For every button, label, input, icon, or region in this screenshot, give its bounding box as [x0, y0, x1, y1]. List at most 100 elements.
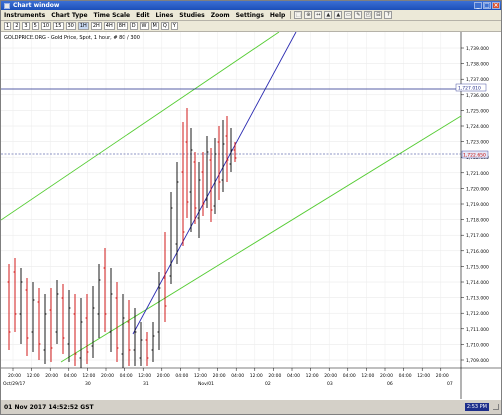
close-icon[interactable]: × — [492, 2, 500, 9]
timeframe-3[interactable]: 3 — [22, 22, 30, 30]
x-date-label: 02 — [265, 381, 271, 387]
chart-canvas[interactable]: GOLDPRICE.ORG - Gold Price, Spot, 1 hour… — [1, 32, 501, 399]
x-tick-label: 04:00 — [120, 373, 133, 379]
sell-arrow-icon[interactable]: ▲ — [334, 11, 343, 19]
y-tick-label: 1,711.000 — [466, 327, 489, 333]
instrument-header: GOLDPRICE.ORG - Gold Price, Spot, 1 hour… — [4, 35, 140, 41]
rectangle-tool-icon[interactable]: ▭ — [344, 11, 353, 19]
menu-studies[interactable]: Studies — [176, 10, 207, 21]
y-tick-label: 1,739.000 — [466, 46, 489, 52]
x-tick-label: 20:00 — [268, 373, 281, 379]
y-tick-label: 1,716.000 — [466, 249, 489, 255]
menu-instruments[interactable]: Instruments — [1, 10, 48, 21]
x-tick-label: 04:00 — [343, 373, 356, 379]
properties-icon[interactable]: ⊟ — [374, 11, 383, 19]
x-tick-label: 12:00 — [361, 373, 374, 379]
menu-lines[interactable]: Lines — [152, 10, 176, 21]
x-tick-label: 04:00 — [399, 373, 412, 379]
x-tick-label: 04:00 — [287, 373, 300, 379]
resize-grip-icon[interactable] — [493, 404, 499, 410]
price-chart[interactable]: GOLDPRICE.ORG - Gold Price, Spot, 1 hour… — [1, 32, 501, 399]
x-tick-label: 12:00 — [194, 373, 207, 379]
timeframe-d[interactable]: D — [129, 22, 138, 30]
y-tick-label: 1,720.000 — [466, 186, 489, 192]
buy-arrow-icon[interactable]: ▲ — [324, 11, 333, 19]
x-tick-label: 20:00 — [101, 373, 114, 379]
timeframe-10[interactable]: 10 — [40, 22, 52, 30]
x-date-label: 30 — [85, 381, 91, 387]
timeframe-1[interactable]: 1 — [4, 22, 12, 30]
x-date-label: 03 — [327, 381, 333, 387]
y-tick-label: 1,738.000 — [466, 62, 489, 68]
x-tick-label: 12:00 — [417, 373, 430, 379]
x-tick-label: 12:00 — [250, 373, 263, 379]
x-tick-label: 20:00 — [213, 373, 226, 379]
status-clock: 2:53 PM — [464, 403, 489, 411]
window-icon — [4, 2, 10, 9]
toolbar-separator — [290, 11, 292, 19]
menu-settings[interactable]: Settings — [233, 10, 267, 21]
menu-edit[interactable]: Edit — [133, 10, 152, 21]
timeframe-q[interactable]: Q — [160, 22, 169, 30]
y-tick-label: 1,714.000 — [466, 280, 489, 286]
y-tick-label: 1,724.000 — [466, 124, 489, 130]
timeframe-1h[interactable]: 1H — [77, 22, 89, 30]
y-tick-label: 1,723.000 — [466, 140, 489, 146]
x-tick-label: 20:00 — [45, 373, 58, 379]
menu-chart-type[interactable]: Chart Type — [48, 10, 90, 21]
timeframe-2h[interactable]: 2H — [90, 22, 102, 30]
timeframe-w[interactable]: W — [139, 22, 149, 30]
x-tick-label: 20:00 — [8, 373, 21, 379]
y-tick-label: 1,715.000 — [466, 264, 489, 270]
status-datetime: 01 Nov 2017 14:52:52 GST — [4, 403, 94, 411]
y-tick-label: 1,713.000 — [466, 296, 489, 302]
x-tick-label: 04:00 — [175, 373, 188, 379]
y-tick-label: 1,719.000 — [466, 202, 489, 208]
x-tick-label: 12:00 — [27, 373, 40, 379]
menu-help[interactable]: Help — [267, 10, 288, 21]
x-date-label: 31 — [143, 381, 149, 387]
timeframe-5[interactable]: 5 — [31, 22, 39, 30]
maximize-icon[interactable]: □ — [483, 2, 491, 9]
x-tick-label: 04:00 — [231, 373, 244, 379]
timeframe-4h[interactable]: 4H — [103, 22, 115, 30]
window-title: Chart window — [13, 2, 60, 9]
x-date-label: 06 — [387, 381, 393, 387]
timeframe-30[interactable]: 30 — [65, 22, 76, 30]
timeframe-y[interactable]: Y — [170, 22, 178, 30]
x-tick-label: 04:00 — [64, 373, 77, 379]
zoom-box-icon[interactable]: ◰ — [364, 11, 373, 19]
pan-tool-icon[interactable]: ↔ — [314, 11, 323, 19]
status-bar: 01 Nov 2017 14:52:52 GST 2:53 PM — [1, 399, 501, 414]
trendline — [132, 32, 297, 335]
crosshair-tool-icon[interactable]: ⊕ — [304, 11, 313, 19]
y-tick-label: 1,725.000 — [466, 108, 489, 114]
x-tick-label: 12:00 — [82, 373, 95, 379]
x-date-label: Nov/01 — [198, 381, 214, 387]
x-tick-label: 20:00 — [157, 373, 170, 379]
menu-bar: Instruments Chart Type Time Scale Edit L… — [1, 10, 501, 21]
level-label: 1,727.010 — [458, 86, 481, 92]
pencil-tool-icon[interactable]: ✎ — [354, 11, 363, 19]
current-price-label: 1,722.650 — [463, 153, 486, 159]
y-tick-label: 1,710.000 — [466, 342, 489, 348]
help-icon[interactable]: ? — [384, 11, 393, 19]
x-date-label: Oct/29/17 — [3, 381, 25, 387]
channel-lower-line — [60, 115, 462, 363]
y-tick-label: 1,709.000 — [466, 358, 489, 364]
y-tick-label: 1,721.000 — [466, 171, 489, 177]
x-tick-label: 20:00 — [380, 373, 393, 379]
menu-zoom[interactable]: Zoom — [208, 10, 233, 21]
timeframe-8h[interactable]: 8H — [116, 22, 128, 30]
minimize-icon[interactable]: _ — [474, 2, 482, 9]
y-tick-label: 1,736.000 — [466, 93, 489, 99]
timeframe-2[interactable]: 2 — [13, 22, 21, 30]
timeframe-15[interactable]: 15 — [53, 22, 64, 30]
y-tick-label: 1,712.000 — [466, 311, 489, 317]
select-tool-icon[interactable]: ⬚ — [294, 11, 303, 19]
y-tick-label: 1,737.000 — [466, 77, 489, 83]
x-date-label: 07 — [447, 381, 453, 387]
timeframe-m[interactable]: M — [150, 22, 159, 30]
menu-time-scale[interactable]: Time Scale — [91, 10, 134, 21]
y-tick-label: 1,718.000 — [466, 218, 489, 224]
